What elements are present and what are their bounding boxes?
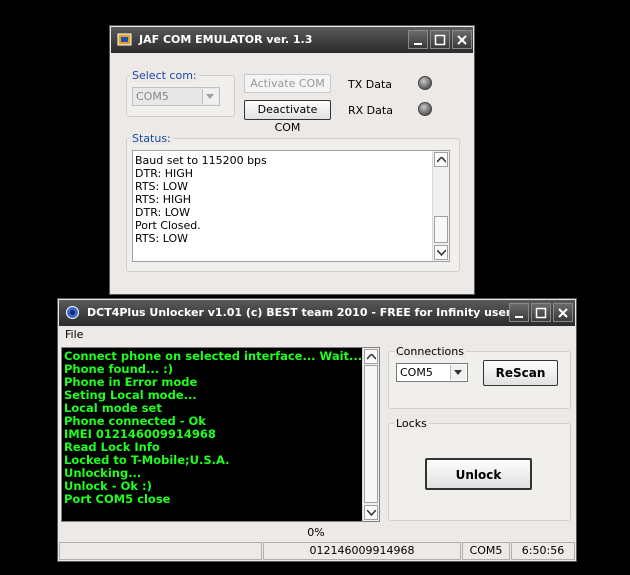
log-scrollbar[interactable] [362, 348, 379, 521]
dropdown-arrow [202, 89, 218, 104]
status-line: Port Closed. [135, 219, 201, 232]
close-icon [558, 308, 568, 318]
chevron-down-icon [367, 510, 376, 516]
close-button[interactable] [452, 30, 472, 49]
port-value: COM5 [400, 366, 433, 379]
dropdown-arrow [450, 365, 466, 380]
select-com-value: COM5 [136, 90, 169, 103]
progress-text: 0% [307, 526, 325, 539]
chevron-up-icon [437, 157, 446, 163]
maximize-icon [535, 307, 547, 319]
status-line: RTS: LOW [135, 180, 189, 193]
dct-window: DCT4Plus Unlocker v1.01 (c) BEST team 20… [57, 298, 577, 573]
status-log[interactable]: Baud set to 115200 bps DTR: HIGH RTS: LOW R… [132, 150, 450, 262]
close-button[interactable] [553, 303, 573, 322]
dct-title: DCT4Plus Unlocker v1.01 (c) BEST team 20… [87, 306, 512, 319]
status-line: DTR: LOW [135, 206, 190, 219]
minimize-icon [414, 43, 422, 45]
status-imei: 012146009914968 [263, 542, 461, 560]
progress-bar: 0% [61, 524, 571, 541]
status-line: Baud set to 115200 bps [135, 154, 267, 167]
rx-data-label: RX Data [348, 104, 393, 117]
deactivate-com-button[interactable]: Deactivate COM [244, 100, 331, 134]
scroll-up-button[interactable] [364, 349, 378, 364]
menu-bar: File [59, 326, 575, 345]
scroll-down-button[interactable] [434, 245, 448, 260]
close-icon [457, 35, 467, 45]
status-scrollbar[interactable] [432, 151, 449, 261]
connections-label: Connections [394, 345, 466, 358]
jaf-app-icon [116, 31, 133, 48]
select-com-dropdown[interactable]: COM5 [132, 87, 220, 106]
maximize-icon [434, 34, 446, 46]
jaf-window: JAF COM EMULATOR ver. 1.3 Select com: CO… [109, 25, 475, 295]
jaf-title: JAF COM EMULATOR ver. 1.3 [139, 33, 313, 46]
dct-titlebar[interactable]: DCT4Plus Unlocker v1.01 (c) BEST team 20… [59, 300, 575, 326]
minimize-icon [515, 316, 523, 318]
dct-app-icon [64, 304, 81, 321]
status-lines: Baud set to 115200 bps DTR: HIGH RTS: LOW R… [133, 151, 449, 245]
jaf-titlebar[interactable]: JAF COM EMULATOR ver. 1.3 [111, 27, 473, 53]
port-dropdown[interactable]: COM5 [396, 363, 468, 382]
unlock-button[interactable]: Unlock [425, 458, 532, 490]
locks-label: Locks [394, 417, 429, 430]
activate-com-button[interactable]: Activate COM [244, 74, 331, 93]
scroll-up-button[interactable] [434, 152, 448, 167]
chevron-down-icon [454, 370, 462, 375]
scroll-thumb[interactable] [434, 216, 448, 243]
status-line: RTS: HIGH [135, 193, 192, 206]
minimize-button[interactable] [408, 30, 428, 49]
log-line: Port COM5 close [64, 492, 171, 506]
status-port: COM5 [462, 542, 510, 560]
status-line: DTR: HIGH [135, 167, 194, 180]
chevron-down-icon [437, 250, 446, 256]
chevron-down-icon [206, 94, 214, 99]
status-bar: 012146009914968 COM5 6:50:56 PM [59, 542, 575, 573]
minimize-button[interactable] [509, 303, 529, 322]
scroll-down-button[interactable] [364, 505, 378, 520]
menu-file[interactable]: File [65, 328, 83, 341]
tx-data-label: TX Data [348, 78, 393, 91]
tx-data-led [418, 76, 432, 90]
status-time: 6:50:56 PM [511, 542, 575, 573]
rescan-button[interactable]: ReScan [483, 360, 558, 386]
operation-log[interactable]: Connect phone on selected interface... W… [61, 347, 380, 522]
select-com-label: Select com: [130, 69, 199, 82]
status-label: Status: [130, 132, 173, 145]
maximize-button[interactable] [531, 303, 551, 322]
log-lines: Connect phone on selected interface... W… [62, 348, 379, 506]
status-cell-empty [59, 542, 262, 560]
status-line: RTS: LOW [135, 232, 189, 245]
scroll-thumb[interactable] [364, 365, 378, 503]
maximize-button[interactable] [430, 30, 450, 49]
chevron-up-icon [367, 354, 376, 360]
rx-data-led [418, 102, 432, 116]
